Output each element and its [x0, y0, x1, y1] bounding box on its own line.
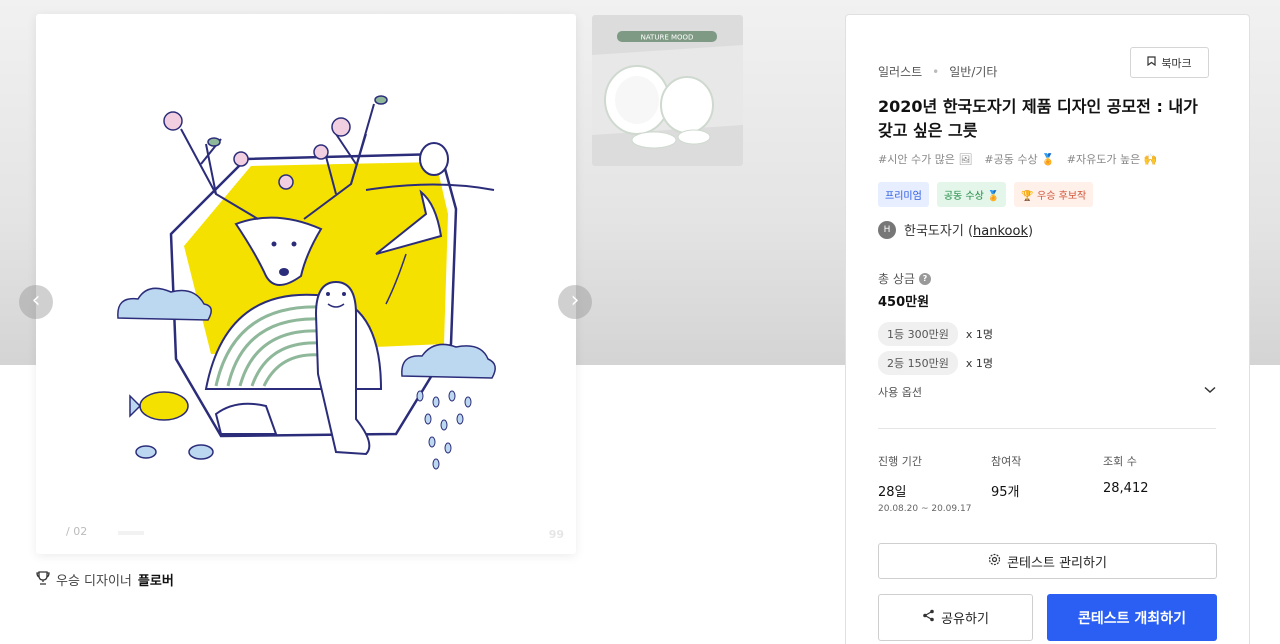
views-value: 28,412 [1103, 481, 1149, 496]
winner-prefix: 우승 디자이너 [56, 574, 132, 589]
watermark-bar [118, 531, 144, 535]
thumbnail-banner-text: NATURE MOOD [641, 34, 694, 42]
prize-pill: 1등 300만원 [878, 322, 958, 346]
artwork-main-image: / 02 99 [36, 14, 576, 554]
prev-image-button[interactable]: ‹ [19, 285, 53, 319]
views-label: 조회 수 [1103, 455, 1137, 468]
host-name: 한국도자기 (hankook) [904, 224, 1034, 239]
contest-title: 2020년 한국도자기 제품 디자인 공모전 : 내가 갖고 싶은 그릇 [878, 97, 1198, 140]
prize-row: 1등 300만원 x 1명 [878, 322, 993, 346]
divider [878, 428, 1216, 429]
bookmark-label: 북마크 [1161, 56, 1192, 70]
manage-contest-label: 콘테스트 관리하기 [1007, 555, 1107, 571]
period-range: 20.08.20 ~ 20.09.17 [878, 504, 972, 514]
category-breadcrumb: 일러스트 • 일반/기타 [878, 63, 997, 80]
chevron-left-icon: ‹ [31, 288, 41, 313]
premium-badge: 프리미엄 [878, 182, 929, 207]
views-stat: 조회 수 28,412 [1103, 453, 1149, 496]
host-contest-button[interactable]: 콘테스트 개최하기 [1047, 594, 1217, 641]
winner-designer: 우승 디자이너 플로버 [36, 570, 174, 589]
chevron-down-icon [1204, 384, 1216, 400]
winner-candidate-badge: 🏆 우승 후보작 [1014, 182, 1094, 207]
share-label: 공유하기 [941, 612, 989, 627]
bookmark-icon [1147, 56, 1156, 69]
usage-options-label: 사용 옵션 [878, 386, 922, 399]
joint-award-badge: 공동 수상 🏅 [936, 182, 1007, 207]
period-label: 진행 기간 [878, 455, 922, 468]
period-value: 28일 [878, 485, 907, 500]
contest-info-panel: 일러스트 • 일반/기타 북마크 2020년 한국도자기 제품 디자인 공모전 … [845, 14, 1250, 644]
thumbnail-image[interactable]: NATURE MOOD [592, 15, 743, 166]
trophy-icon [36, 570, 50, 589]
entries-label: 참여작 [991, 455, 1022, 468]
artwork-illustration [117, 95, 496, 470]
prize-row: 2등 150만원 x 1명 [878, 351, 993, 375]
chevron-right-icon: › [570, 288, 580, 313]
watermark-text: 99 [548, 528, 564, 541]
page-indicator: / 02 [66, 525, 88, 538]
entries-value: 95개 [991, 485, 1020, 500]
tag[interactable]: #자유도가 높은 🙌 [1067, 151, 1158, 167]
total-prize-value: 450만원 [878, 295, 930, 310]
prize-count: x 1명 [965, 328, 993, 341]
total-prize-label: 총 상금 ? [878, 270, 931, 287]
tag[interactable]: #공동 수상 🏅 [984, 151, 1054, 167]
period-stat: 진행 기간 28일 20.08.20 ~ 20.09.17 [878, 453, 971, 514]
breadcrumb-separator: • [932, 64, 940, 79]
prize-pill: 2등 150만원 [878, 351, 958, 375]
prize-count: x 1명 [965, 357, 993, 370]
host-id: hankook [973, 224, 1028, 239]
usage-options-toggle[interactable]: 사용 옵션 [878, 384, 1216, 400]
host-info[interactable]: H 한국도자기 (hankook) [878, 220, 1033, 239]
plates-photo: NATURE MOOD [592, 15, 743, 166]
tag-list: #시안 수가 많은 🖼 #공동 수상 🏅 #자유도가 높은 🙌 [878, 151, 1157, 167]
avatar: H [878, 220, 896, 239]
category-label[interactable]: 일러스트 [878, 63, 922, 80]
badge-list: 프리미엄 공동 수상 🏅 🏆 우승 후보작 [878, 182, 1094, 207]
entries-stat: 참여작 95개 [991, 453, 1021, 500]
manage-contest-button[interactable]: 콘테스트 관리하기 [878, 543, 1217, 579]
share-icon [922, 609, 935, 626]
winner-name[interactable]: 플로버 [138, 570, 174, 589]
bookmark-button[interactable]: 북마크 [1130, 47, 1209, 78]
share-button[interactable]: 공유하기 [878, 594, 1033, 641]
gear-icon [988, 553, 1001, 570]
tag[interactable]: #시안 수가 많은 🖼 [878, 151, 972, 167]
help-icon[interactable]: ? [918, 272, 931, 285]
next-image-button[interactable]: › [558, 285, 592, 319]
subcategory-label[interactable]: 일반/기타 [949, 63, 997, 80]
